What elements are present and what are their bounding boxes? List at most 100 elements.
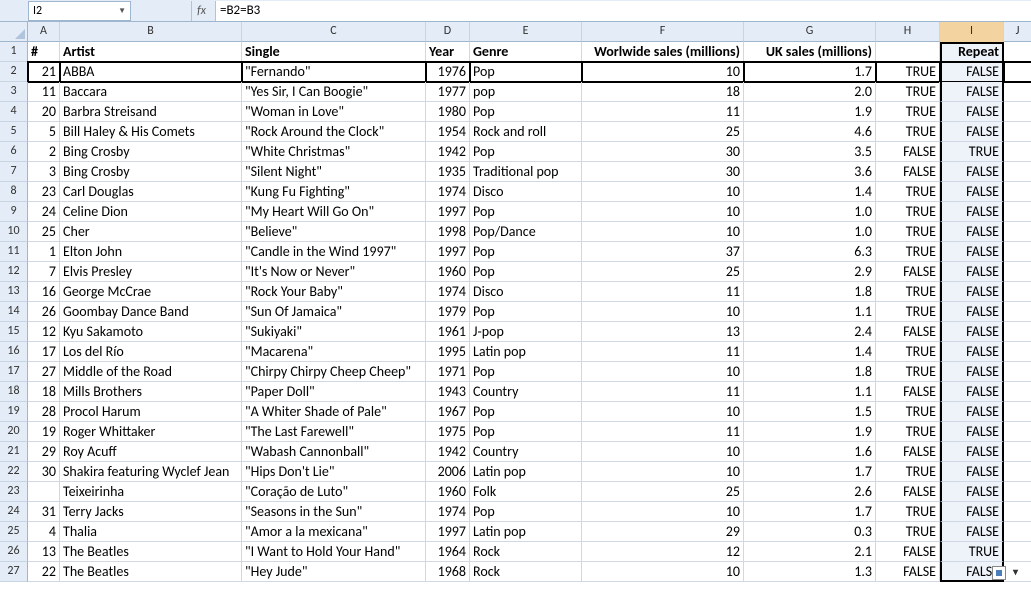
cell-I12[interactable]: FALSE [940,262,1004,282]
header-cell-B[interactable]: Artist [60,42,242,62]
cell-I6[interactable]: TRUE [940,142,1004,162]
cell-F17[interactable]: 10 [582,362,744,382]
cell-C20[interactable]: "The Last Farewell" [242,422,426,442]
cell-J26[interactable] [1004,542,1031,562]
column-header-B[interactable]: B [60,22,242,42]
cell-E4[interactable]: Pop [470,102,582,122]
cell-H11[interactable]: TRUE [876,242,940,262]
cell-I8[interactable]: FALSE [940,182,1004,202]
cell-I5[interactable]: FALSE [940,122,1004,142]
row-header-18[interactable]: 18 [0,382,28,402]
cell-E19[interactable]: Pop [470,402,582,422]
cell-E27[interactable]: Rock [470,562,582,582]
cell-I15[interactable]: FALSE [940,322,1004,342]
cell-J17[interactable] [1004,362,1031,382]
cell-E20[interactable]: Pop [470,422,582,442]
cell-H8[interactable]: TRUE [876,182,940,202]
cell-G20[interactable]: 1.9 [744,422,876,442]
header-cell-D[interactable]: Year [426,42,470,62]
cell-G2[interactable]: 1.7 [744,62,876,82]
cell-F13[interactable]: 11 [582,282,744,302]
row-header-11[interactable]: 11 [0,242,28,262]
row-header-2[interactable]: 2 [0,62,28,82]
cell-J20[interactable] [1004,422,1031,442]
cell-A25[interactable]: 4 [28,522,60,542]
cell-D13[interactable]: 1974 [426,282,470,302]
cell-B8[interactable]: Carl Douglas [60,182,242,202]
cell-E2[interactable]: Pop [470,62,582,82]
cell-C6[interactable]: "White Christmas" [242,142,426,162]
cell-B17[interactable]: Middle of the Road [60,362,242,382]
cell-D15[interactable]: 1961 [426,322,470,342]
cell-G5[interactable]: 4.6 [744,122,876,142]
cell-H20[interactable]: TRUE [876,422,940,442]
cell-E22[interactable]: Latin pop [470,462,582,482]
autofill-options-icon[interactable] [992,566,1006,580]
cell-J19[interactable] [1004,402,1031,422]
cell-F11[interactable]: 37 [582,242,744,262]
row-header-21[interactable]: 21 [0,442,28,462]
cell-J16[interactable] [1004,342,1031,362]
cell-F6[interactable]: 30 [582,142,744,162]
cell-F8[interactable]: 10 [582,182,744,202]
cell-G4[interactable]: 1.9 [744,102,876,122]
column-header-J[interactable]: J [1004,22,1031,42]
cell-I16[interactable]: FALSE [940,342,1004,362]
name-box-dropdown-icon[interactable]: ▼ [118,6,126,16]
cell-D3[interactable]: 1977 [426,82,470,102]
header-cell-G[interactable]: UK sales (millions) [744,42,876,62]
cell-B12[interactable]: Elvis Presley [60,262,242,282]
cell-A24[interactable]: 31 [28,502,60,522]
cell-E24[interactable]: Pop [470,502,582,522]
cell-G27[interactable]: 1.3 [744,562,876,582]
cell-G10[interactable]: 1.0 [744,222,876,242]
cell-B26[interactable]: The Beatles [60,542,242,562]
row-header-9[interactable]: 9 [0,202,28,222]
cell-J11[interactable] [1004,242,1031,262]
cell-A12[interactable]: 7 [28,262,60,282]
cell-E10[interactable]: Pop/Dance [470,222,582,242]
cell-B7[interactable]: Bing Crosby [60,162,242,182]
row-header-25[interactable]: 25 [0,522,28,542]
cell-H18[interactable]: FALSE [876,382,940,402]
cell-I11[interactable]: FALSE [940,242,1004,262]
cell-E9[interactable]: Pop [470,202,582,222]
cell-D22[interactable]: 2006 [426,462,470,482]
cell-J8[interactable] [1004,182,1031,202]
cell-D10[interactable]: 1998 [426,222,470,242]
cell-I17[interactable]: FALSE [940,362,1004,382]
cell-D21[interactable]: 1942 [426,442,470,462]
row-header-27[interactable]: 27 [0,562,28,582]
cell-F26[interactable]: 12 [582,542,744,562]
cell-B21[interactable]: Roy Acuff [60,442,242,462]
cell-C16[interactable]: "Macarena" [242,342,426,362]
cell-D9[interactable]: 1997 [426,202,470,222]
cell-F24[interactable]: 10 [582,502,744,522]
row-header-22[interactable]: 22 [0,462,28,482]
row-header-23[interactable]: 23 [0,482,28,502]
cell-H24[interactable]: TRUE [876,502,940,522]
row-header-3[interactable]: 3 [0,82,28,102]
cell-G7[interactable]: 3.6 [744,162,876,182]
cell-F10[interactable]: 10 [582,222,744,242]
cell-H9[interactable]: TRUE [876,202,940,222]
cell-B4[interactable]: Barbra Streisand [60,102,242,122]
cell-G22[interactable]: 1.7 [744,462,876,482]
cell-A26[interactable]: 13 [28,542,60,562]
cell-J3[interactable] [1004,82,1031,102]
cell-F20[interactable]: 11 [582,422,744,442]
cell-J5[interactable] [1004,122,1031,142]
cell-A22[interactable]: 30 [28,462,60,482]
row-header-17[interactable]: 17 [0,362,28,382]
cell-G15[interactable]: 2.4 [744,322,876,342]
cell-F9[interactable]: 10 [582,202,744,222]
cell-E15[interactable]: J-pop [470,322,582,342]
cell-F27[interactable]: 10 [582,562,744,582]
cell-G9[interactable]: 1.0 [744,202,876,222]
cell-B3[interactable]: Baccara [60,82,242,102]
row-header-7[interactable]: 7 [0,162,28,182]
cell-E16[interactable]: Latin pop [470,342,582,362]
header-cell-I[interactable]: Repeat [940,42,1004,62]
cell-J4[interactable] [1004,102,1031,122]
cell-H7[interactable]: FALSE [876,162,940,182]
